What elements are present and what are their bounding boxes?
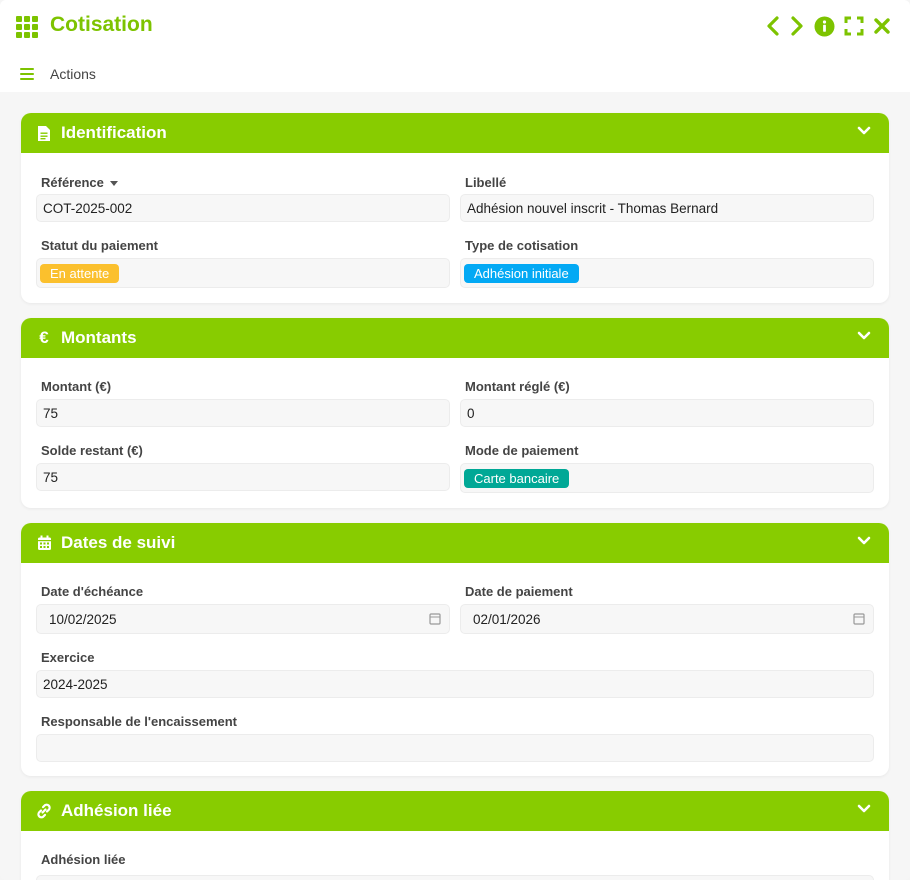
chevron-right-icon [791,16,803,36]
statut-field[interactable]: En attente [36,258,450,288]
section-adhesion-header[interactable]: Adhésion liée [21,791,889,831]
expand-icon [844,16,864,36]
exercice-field[interactable]: 2024-2025 [36,670,874,698]
solde-value: 75 [43,469,59,485]
date-paiement-input[interactable]: 02/01/2026 [460,604,874,634]
exercice-label: Exercice [41,650,95,665]
document-icon [35,124,53,142]
close-button[interactable] [871,14,893,38]
apps-grid-icon[interactable] [16,16,40,38]
chevron-down-icon [857,331,871,340]
section-dates-header[interactable]: Dates de suivi [21,523,889,563]
solde-label: Solde restant (€) [41,443,143,458]
link-icon [35,802,53,820]
responsable-label: Responsable de l'encaissement [41,714,238,729]
montant-regle-label: Montant réglé (€) [465,379,570,394]
adhesion-liee-label: Adhésion liée [41,852,126,867]
reference-label[interactable]: Référence [41,175,118,190]
calendar-picker-icon[interactable] [429,612,441,625]
montant-label: Montant (€) [41,379,112,394]
close-icon [874,18,890,34]
libelle-field[interactable]: Adhésion nouvel inscrit - Thomas Bernard [460,194,874,222]
responsable-field[interactable] [36,734,874,762]
previous-record-button[interactable] [762,14,784,38]
libelle-value: Adhésion nouvel inscrit - Thomas Bernard [467,200,719,216]
section-montants-header[interactable]: € Montants [21,318,889,358]
menu-icon [20,68,34,80]
libelle-label: Libellé [465,175,507,190]
section-title: Identification [61,123,167,142]
calendar-icon [35,534,53,552]
type-badge: Adhésion initiale [464,263,579,283]
section-adhesion: Adhésion liée Adhésion liée [21,791,889,880]
mode-paiement-label: Mode de paiement [465,443,579,458]
sort-caret-icon [109,181,118,187]
fullscreen-button[interactable] [843,14,865,38]
exercice-value: 2024-2025 [43,676,108,692]
reference-value: COT-2025-002 [43,200,133,216]
chevron-down-icon [857,804,871,813]
statut-label: Statut du paiement [41,238,159,253]
echeance-date-input[interactable]: 10/02/2025 [36,604,450,634]
chevron-down-icon [857,536,871,545]
section-title: Dates de suivi [61,533,176,552]
next-record-button[interactable] [786,14,808,38]
euro-icon: € [39,328,49,347]
section-title: Adhésion liée [61,801,172,820]
adhesion-liee-field[interactable] [36,875,874,880]
info-icon [814,16,834,36]
window-titlebar: Cotisation Actions [0,0,910,92]
section-title: Montants [61,328,137,347]
info-button[interactable] [813,14,835,38]
type-field[interactable]: Adhésion initiale [460,258,874,288]
echeance-value: 10/02/2025 [49,611,117,627]
actions-label: Actions [50,66,96,82]
payment-mode-badge: Carte bancaire [464,468,570,488]
chevron-left-icon [767,16,779,36]
montant-regle-field[interactable]: 0 [460,399,874,427]
date-paiement-label: Date de paiement [465,584,573,599]
cotisation-window: Cotisation Actions Identification Référe… [0,0,910,880]
section-dates: Dates de suivi Date d'échéance 10/02/202… [21,523,889,776]
status-badge: En attente [40,263,120,283]
window-title: Cotisation [50,13,153,36]
reference-field[interactable]: COT-2025-002 [36,194,450,222]
actions-menu-button[interactable]: Actions [20,66,96,82]
montant-regle-value: 0 [467,405,475,421]
section-montants: € Montants Montant (€) 75 Montant réglé … [21,318,889,508]
echeance-label: Date d'échéance [41,584,144,599]
solde-field[interactable]: 75 [36,463,450,491]
montant-field[interactable]: 75 [36,399,450,427]
date-paiement-value: 02/01/2026 [473,611,541,627]
mode-paiement-field[interactable]: Carte bancaire [460,463,874,493]
section-identification-header[interactable]: Identification [21,113,889,153]
type-label: Type de cotisation [465,238,579,253]
calendar-picker-icon[interactable] [853,612,865,625]
section-identification: Identification Référence COT-2025-002 Li… [21,113,889,303]
chevron-down-icon [857,126,871,135]
montant-value: 75 [43,405,59,421]
